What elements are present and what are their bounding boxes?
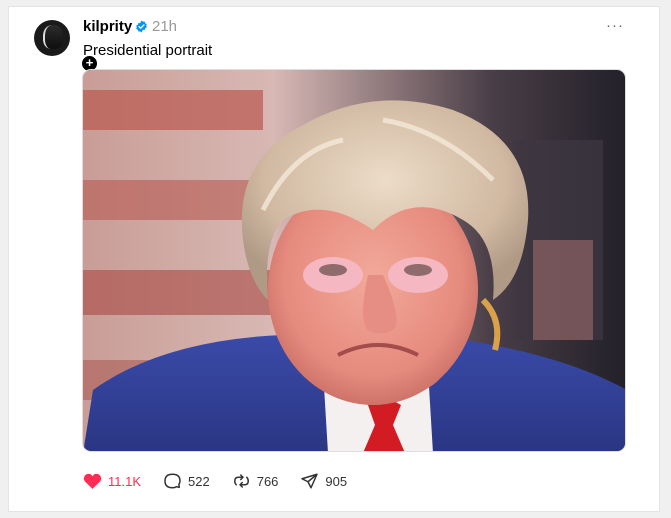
share-count: 905: [325, 473, 348, 489]
post-card: + kilprity 21h ··· Presidential portrait: [8, 6, 660, 512]
post-image[interactable]: [82, 69, 626, 452]
action-bar: 11.1K 522 766 905: [83, 471, 369, 491]
heart-icon: [83, 473, 102, 489]
share-button[interactable]: 905: [300, 472, 347, 490]
like-count: 11.1K: [108, 473, 142, 489]
post-time[interactable]: 21h: [152, 18, 177, 35]
verified-icon: [136, 20, 147, 33]
like-button[interactable]: 11.1K: [83, 472, 141, 490]
repost-count: 766: [256, 473, 279, 489]
reply-icon: [164, 473, 181, 489]
username[interactable]: kilprity: [83, 18, 132, 35]
repost-button[interactable]: 766: [232, 472, 279, 490]
avatar[interactable]: +: [34, 20, 99, 73]
avatar-image: [43, 25, 63, 49]
portrait-image: [83, 70, 625, 451]
reply-count: 522: [188, 473, 210, 489]
repost-icon: [233, 474, 249, 488]
reply-button[interactable]: 522: [163, 472, 210, 490]
post-caption: Presidential portrait: [83, 42, 213, 59]
more-icon[interactable]: ···: [606, 17, 624, 34]
share-icon: [301, 473, 319, 489]
